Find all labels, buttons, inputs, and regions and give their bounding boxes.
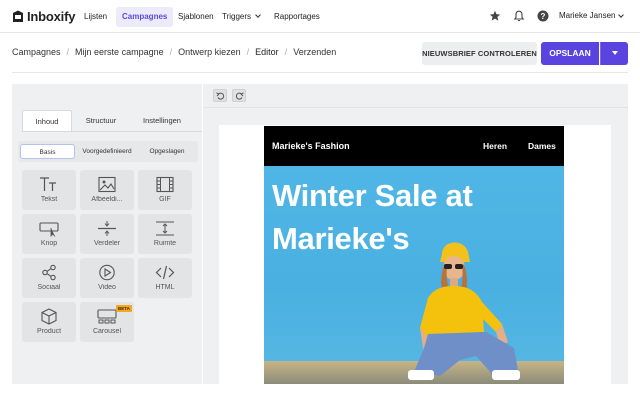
block-label: Tekst: [40, 196, 58, 203]
gif-film-icon: [156, 176, 174, 193]
subtab-basis[interactable]: Basis: [20, 144, 75, 159]
undo-icon: [216, 92, 225, 100]
divider: [12, 72, 628, 73]
app-name: Inboxify: [27, 8, 76, 24]
nav-campagnes[interactable]: Campagnes: [116, 7, 174, 27]
block-knop[interactable]: Knop: [22, 214, 76, 254]
breadcrumb-campaign[interactable]: Mijn eerste campagne: [75, 47, 164, 57]
help-icon[interactable]: ?: [537, 10, 549, 22]
block-label: Carousel: [92, 328, 121, 335]
chevron-down-icon: [255, 12, 261, 18]
block-verdeler[interactable]: Verdeler: [80, 214, 134, 254]
tab-divider: [22, 131, 202, 132]
star-icon[interactable]: [489, 10, 501, 22]
block-label: GIF: [159, 196, 171, 203]
block-sociaal[interactable]: Sociaal: [22, 258, 76, 298]
block-label: HTML: [155, 284, 175, 291]
user-chevron-down-icon: [618, 12, 624, 18]
hero-title: Winter Sale at Marieke's: [272, 178, 473, 256]
block-label: Product: [36, 328, 62, 335]
subtab-opgeslagen[interactable]: Opgeslagen: [139, 144, 195, 159]
user-menu[interactable]: Marieke Jansen: [559, 10, 615, 22]
block-label: Video: [98, 284, 116, 291]
box-icon: [41, 308, 57, 325]
breadcrumb-editor: Editor: [255, 47, 279, 57]
block-product[interactable]: Product: [22, 302, 76, 342]
block-afbeelding[interactable]: Afbeeldi...: [80, 170, 134, 210]
nav-triggers-label: Triggers: [222, 12, 252, 21]
redo-icon: [235, 92, 244, 100]
nav-rapportages[interactable]: Rapportages: [268, 7, 326, 27]
subtab-voorgedefinieerd[interactable]: Voorgedefinieerd: [78, 144, 136, 159]
content-panel: Inhoud Structuur Instellingen Basis Voor…: [12, 84, 202, 384]
carousel-icon: [97, 309, 117, 324]
block-label: Ruimte: [153, 240, 177, 247]
email-nav-heren: Heren: [483, 141, 508, 151]
top-navigation: Inboxify Lijsten Campagnes Sjablonen Tri…: [0, 0, 640, 33]
canvas-toolbar: [203, 84, 628, 108]
tab-instellingen[interactable]: Instellingen: [132, 110, 192, 131]
block-label: Knop: [40, 240, 58, 247]
bell-icon[interactable]: [513, 10, 525, 22]
tab-inhoud[interactable]: Inhoud: [22, 110, 72, 131]
email-preview[interactable]: Marieke's Fashion Heren Dames Winter Sal…: [264, 126, 564, 384]
block-label: Sociaal: [37, 284, 61, 291]
block-gif[interactable]: GIF: [138, 170, 192, 210]
svg-text:?: ?: [541, 12, 546, 21]
block-tekst[interactable]: Tekst: [22, 170, 76, 210]
play-icon: [99, 264, 115, 281]
email-hero[interactable]: Winter Sale at Marieke's: [264, 166, 564, 384]
email-brand: Marieke's Fashion: [272, 141, 350, 151]
block-carousel[interactable]: BETA Carousel: [80, 302, 134, 342]
email-canvas: Marieke's Fashion Heren Dames Winter Sal…: [219, 125, 611, 384]
button-icon: [39, 222, 59, 237]
spacer-icon: [156, 221, 174, 236]
code-icon: [155, 265, 175, 280]
save-dropdown-button[interactable]: [600, 42, 628, 65]
breadcrumb-separator: /: [66, 47, 70, 57]
block-video[interactable]: Video: [80, 258, 134, 298]
beta-badge: BETA: [116, 305, 132, 312]
breadcrumb-campagnes[interactable]: Campagnes: [12, 47, 61, 57]
inbox-logo-icon: [13, 10, 23, 22]
tab-structuur[interactable]: Structuur: [76, 110, 126, 131]
breadcrumb-bar: Campagnes / Mijn eerste campagne / Ontwe…: [0, 34, 640, 74]
editor-canvas: Marieke's Fashion Heren Dames Winter Sal…: [203, 84, 628, 384]
breadcrumb-separator: /: [246, 47, 250, 57]
share-icon: [42, 264, 56, 281]
block-label: Verdeler: [93, 240, 121, 247]
undo-button[interactable]: [213, 89, 227, 102]
redo-button[interactable]: [232, 89, 246, 102]
check-newsletter-button[interactable]: NIEUWSBRIEF CONTROLEREN: [422, 42, 537, 65]
breadcrumb: Campagnes / Mijn eerste campagne / Ontwe…: [12, 47, 336, 57]
divider-icon: [98, 221, 116, 236]
block-html[interactable]: HTML: [138, 258, 192, 298]
image-icon: [98, 176, 116, 193]
text-icon: [40, 177, 56, 191]
nav-lijsten[interactable]: Lijsten: [78, 7, 113, 27]
breadcrumb-separator: /: [284, 47, 288, 57]
breadcrumb-separator: /: [169, 47, 173, 57]
save-button[interactable]: OPSLAAN: [541, 42, 599, 65]
nav-triggers[interactable]: Triggers: [216, 7, 266, 27]
block-label: Afbeeldi...: [91, 196, 123, 203]
nav-sjablonen[interactable]: Sjablonen: [172, 7, 220, 27]
email-nav-dames: Dames: [528, 141, 556, 151]
block-ruimte[interactable]: Ruimte: [138, 214, 192, 254]
breadcrumb-send[interactable]: Verzenden: [293, 47, 336, 57]
breadcrumb-design[interactable]: Ontwerp kiezen: [178, 47, 241, 57]
email-header[interactable]: Marieke's Fashion Heren Dames: [264, 126, 564, 166]
app-logo[interactable]: Inboxify: [12, 8, 75, 24]
